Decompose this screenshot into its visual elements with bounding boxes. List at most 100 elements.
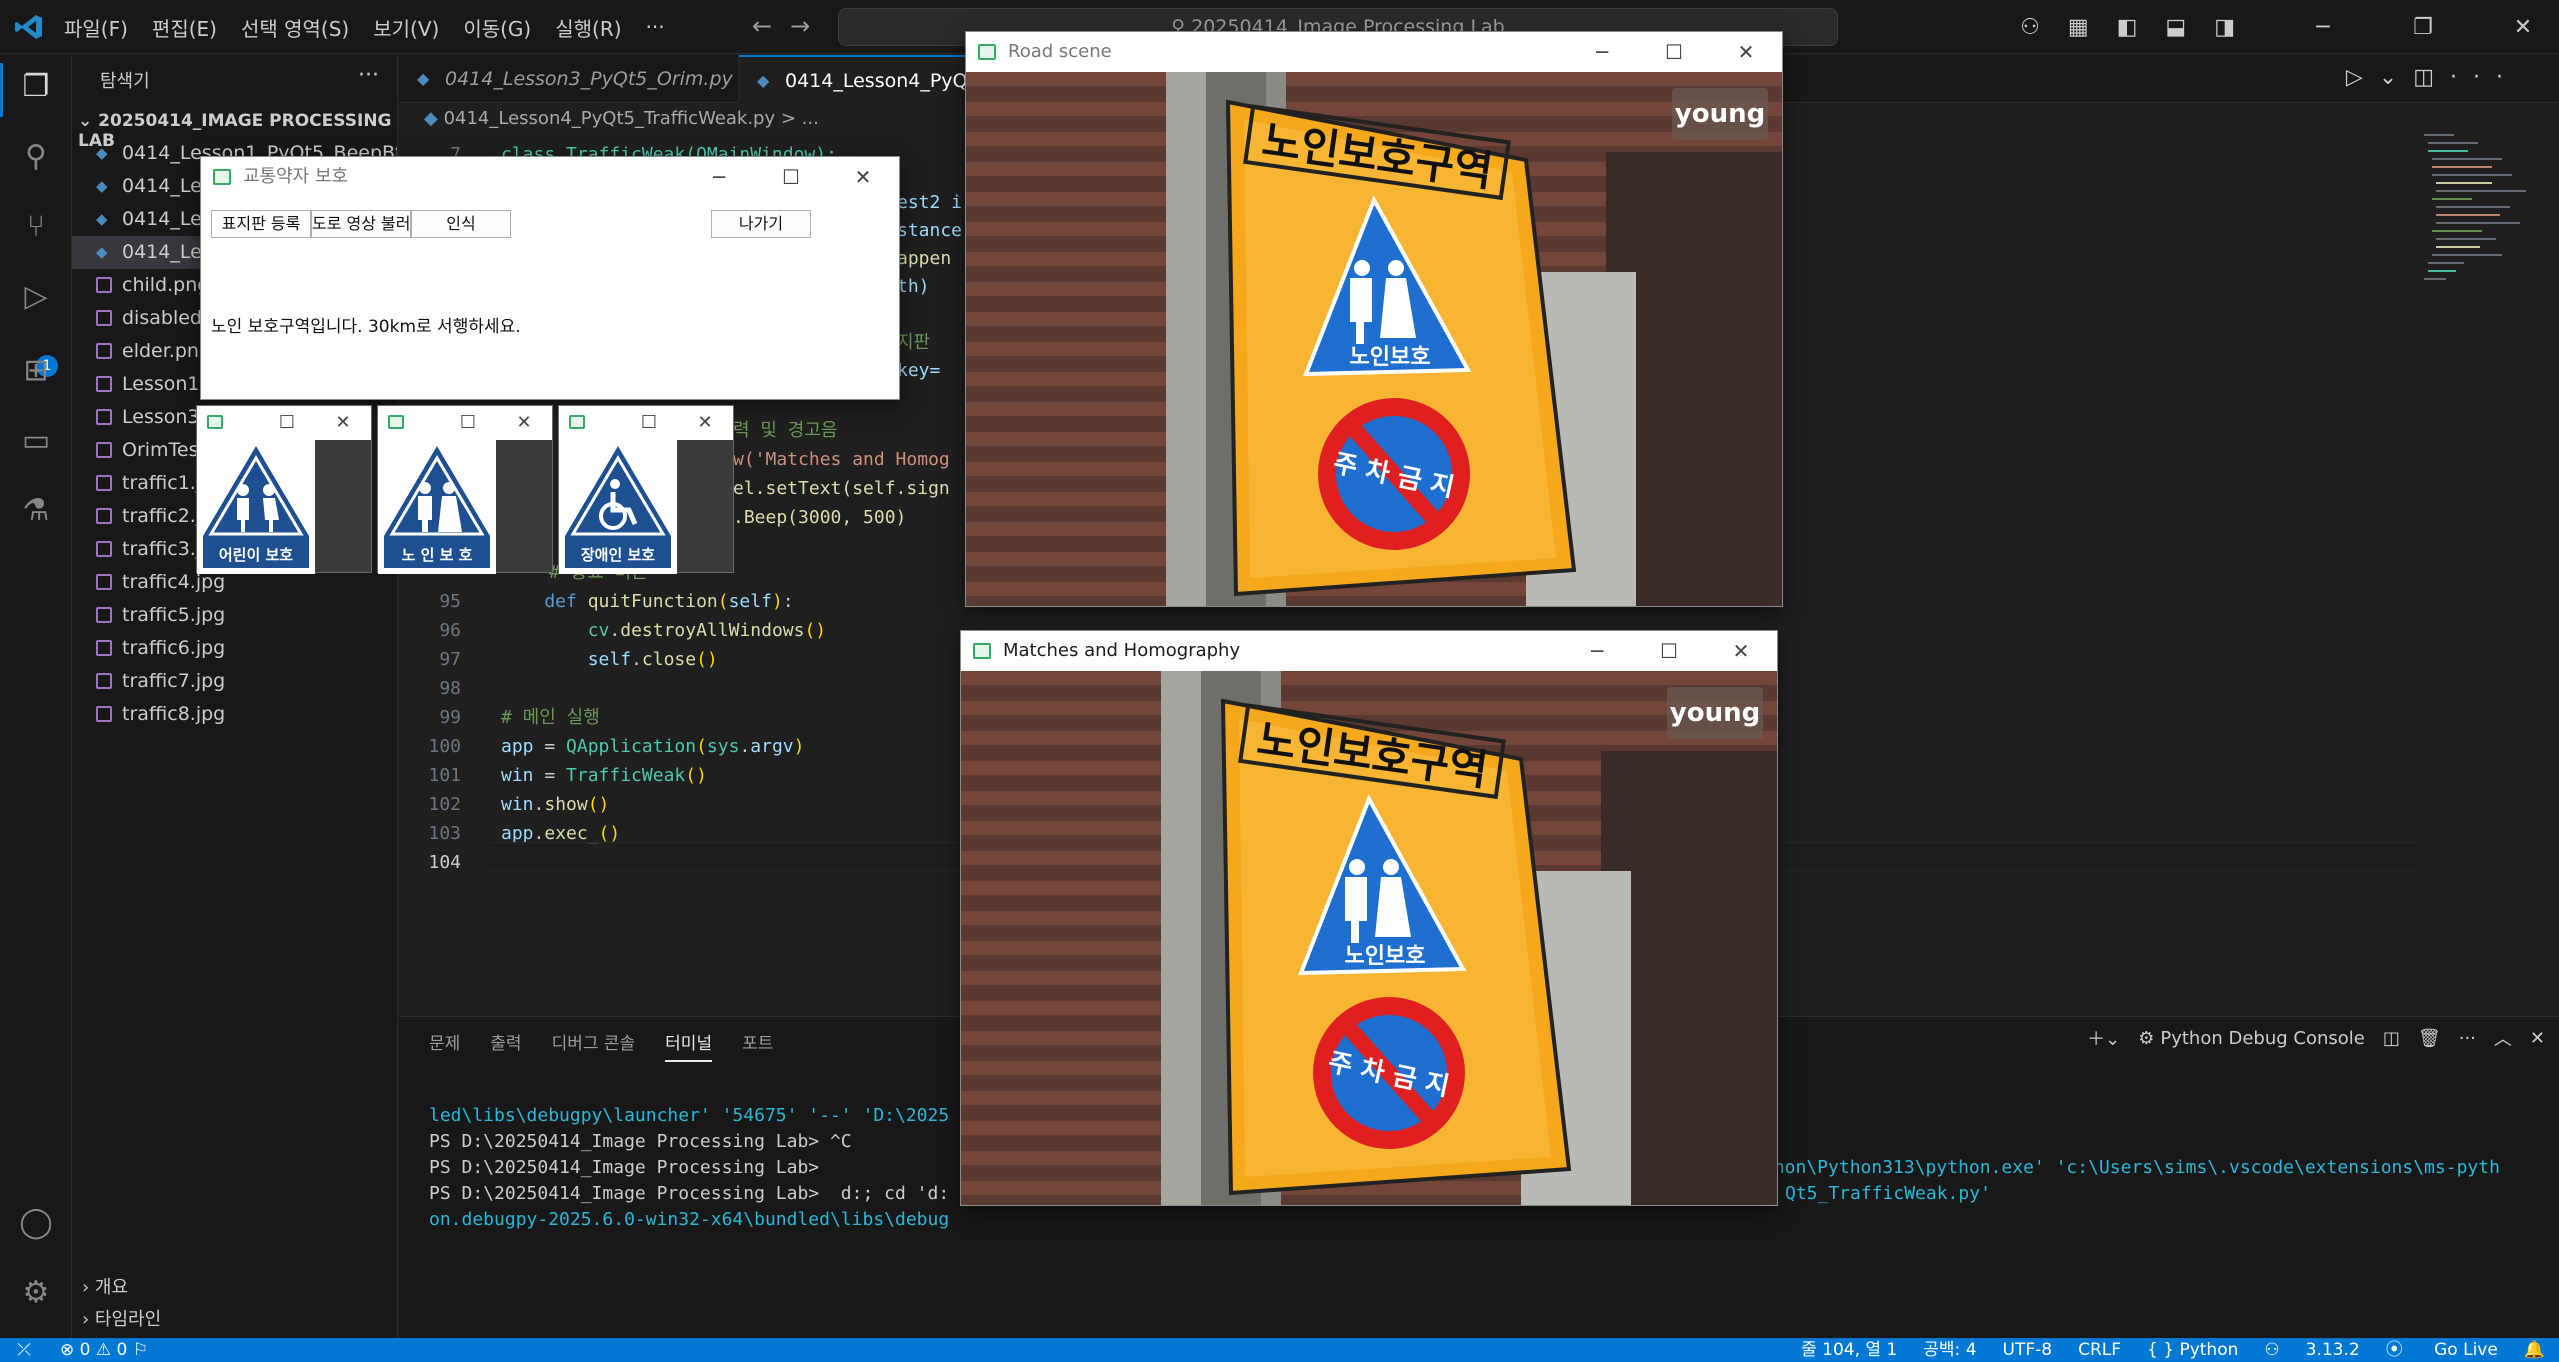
- matches-photo: 노인보호구역 노인보호 주 차 금 지 young: [961, 671, 1777, 1205]
- file-item[interactable]: traffic6.jpg: [72, 632, 397, 665]
- image-file-icon: [96, 409, 112, 425]
- more-actions-icon[interactable]: ···: [2459, 1028, 2476, 1049]
- tab-orim[interactable]: ◆ 0414_Lesson3_PyQt5_Orim.py: [399, 55, 739, 103]
- account-icon[interactable]: ◯: [18, 1205, 54, 1241]
- split-terminal-icon[interactable]: ◫: [2383, 1028, 2400, 1049]
- maximize-icon[interactable]: ☐: [1633, 631, 1705, 671]
- breadcrumb[interactable]: ◆ 0414_Lesson4_PyQt5_TrafficWeak.py > ..…: [424, 108, 819, 129]
- toggle-panel-icon[interactable]: ⬓: [2165, 15, 2186, 40]
- explorer-icon[interactable]: ❐: [18, 69, 54, 105]
- problems-status[interactable]: ⊗ 0 ⚠ 0 ⚐: [60, 1338, 148, 1362]
- menu-go[interactable]: 이동(G): [463, 13, 531, 42]
- manage-gear-icon[interactable]: ⚙: [18, 1275, 54, 1311]
- extensions-icon[interactable]: ⊞: [18, 353, 54, 389]
- image-file-icon: [96, 706, 112, 722]
- image-file-icon: [96, 574, 112, 590]
- search-icon[interactable]: ⚲: [18, 139, 54, 175]
- close-icon[interactable]: ✕: [677, 406, 733, 440]
- quit-button[interactable]: 나가기: [711, 210, 811, 238]
- recognize-button[interactable]: 인식: [411, 210, 511, 238]
- matches-window-title: Matches and Homography: [1003, 640, 1241, 661]
- sign-window-titlebar: ☐ ✕: [559, 406, 733, 440]
- split-editor-icon[interactable]: ◫: [2413, 65, 2450, 90]
- maximize-icon[interactable]: ☐: [259, 406, 315, 440]
- image-file-icon: [96, 310, 112, 326]
- indentation[interactable]: 공백: 4: [1923, 1338, 1976, 1362]
- terminal-output[interactable]: led\libs\debugpy\launcher' '54675' '--' …: [429, 1077, 949, 1233]
- close-icon[interactable]: ✕: [496, 406, 552, 440]
- close-icon[interactable]: ✕: [2487, 15, 2559, 40]
- trash-icon[interactable]: 🗑: [2418, 1028, 2441, 1049]
- run-debug-icon[interactable]: ▷: [18, 279, 54, 315]
- window-controls: ─ ☐ ✕: [1566, 32, 1782, 72]
- remote-indicator-icon[interactable]: ⤫: [0, 1338, 48, 1362]
- copilot-icon[interactable]: ⚇: [2020, 15, 2040, 40]
- menu-edit[interactable]: 편집(E): [152, 13, 217, 42]
- source-control-icon[interactable]: ⑂: [18, 209, 54, 245]
- go-live[interactable]: ⦿ Go Live: [2386, 1338, 2498, 1362]
- toggle-sidebar-icon[interactable]: ◧: [2117, 15, 2138, 40]
- more-actions-icon[interactable]: ···: [2450, 65, 2519, 90]
- notifications-icon[interactable]: 🔔: [2524, 1338, 2545, 1362]
- outline-section[interactable]: › 개요: [82, 1273, 128, 1299]
- file-label: 0414_Les: [122, 241, 212, 263]
- timeline-section[interactable]: › 타임라인: [82, 1305, 161, 1331]
- maximize-icon[interactable]: ☐: [755, 157, 827, 197]
- remote-explorer-icon[interactable]: ▭: [18, 423, 54, 459]
- layout-customize-icon[interactable]: ▦: [2068, 15, 2089, 40]
- toggle-secondary-sidebar-icon[interactable]: ◨: [2214, 15, 2235, 40]
- run-icon[interactable]: ▷⌄: [2346, 65, 2413, 90]
- code-line: 95 def quitFunction(self):: [439, 591, 794, 612]
- tab-debug-console[interactable]: 디버그 콘솔: [552, 1029, 636, 1062]
- register-sign-button[interactable]: 표지판 등록: [211, 210, 311, 238]
- terminal-name[interactable]: Python Debug Console: [2160, 1028, 2365, 1049]
- end-of-line[interactable]: CRLF: [2078, 1338, 2121, 1362]
- menu-file[interactable]: 파일(F): [64, 13, 128, 42]
- menu-selection[interactable]: 선택 영역(S): [241, 13, 349, 42]
- testing-icon[interactable]: ⚗: [18, 493, 54, 529]
- maximize-icon[interactable]: ☐: [440, 406, 496, 440]
- file-item[interactable]: traffic7.jpg: [72, 665, 397, 698]
- restore-icon[interactable]: ❐: [2387, 15, 2459, 40]
- file-item[interactable]: traffic5.jpg: [72, 599, 397, 632]
- window-controls: ─ ☐ ✕: [1561, 631, 1777, 671]
- maximize-panel-icon[interactable]: ︿: [2494, 1025, 2512, 1051]
- minimize-icon[interactable]: ─: [1566, 32, 1638, 72]
- close-panel-icon[interactable]: ✕: [2530, 1028, 2545, 1049]
- back-arrow-icon[interactable]: ←: [752, 12, 790, 40]
- minimize-icon[interactable]: ─: [2287, 15, 2359, 40]
- tab-ports[interactable]: 포트: [742, 1029, 773, 1062]
- tab-output[interactable]: 출력: [490, 1029, 521, 1062]
- close-icon[interactable]: ✕: [1705, 631, 1777, 671]
- language-mode[interactable]: { } Python: [2147, 1338, 2238, 1362]
- menu-more[interactable]: ···: [646, 15, 665, 39]
- close-icon[interactable]: ✕: [315, 406, 371, 440]
- python-env-icon[interactable]: ⚇: [2264, 1338, 2279, 1362]
- maximize-icon[interactable]: ☐: [621, 406, 677, 440]
- tab-problems[interactable]: 문제: [429, 1029, 460, 1062]
- menu-run[interactable]: 실행(R): [555, 13, 621, 42]
- new-terminal-icon[interactable]: ＋⌄: [2087, 1025, 2120, 1051]
- file-label: disabled.: [122, 307, 209, 329]
- minimize-icon[interactable]: ─: [683, 157, 755, 197]
- code-line: 97 self.close(): [439, 649, 718, 670]
- python-file-icon: ◆: [424, 108, 444, 129]
- close-icon[interactable]: ✕: [827, 157, 899, 197]
- file-label: traffic4.jpg: [122, 571, 226, 593]
- more-actions-icon[interactable]: ···: [358, 63, 379, 88]
- load-road-video-button[interactable]: 도로 영상 불러오기: [311, 210, 411, 238]
- file-item[interactable]: traffic8.jpg: [72, 698, 397, 731]
- encoding[interactable]: UTF-8: [2003, 1338, 2053, 1362]
- image-file-icon: [96, 376, 112, 392]
- python-version[interactable]: 3.13.2: [2306, 1338, 2360, 1362]
- forward-arrow-icon[interactable]: →: [790, 12, 828, 40]
- close-icon[interactable]: ✕: [1710, 32, 1782, 72]
- status-message: 노인 보호구역입니다. 30km로 서행하세요.: [211, 317, 521, 337]
- tab-trafficweak[interactable]: ◆ 0414_Lesson4_PyQt5: [739, 55, 999, 103]
- cursor-position[interactable]: 줄 104, 열 1: [1801, 1338, 1897, 1362]
- tab-terminal[interactable]: 터미널: [665, 1029, 713, 1062]
- maximize-icon[interactable]: ☐: [1638, 32, 1710, 72]
- menu-view[interactable]: 보기(V): [373, 13, 439, 42]
- minimize-icon[interactable]: ─: [1561, 631, 1633, 671]
- minimap[interactable]: [2420, 128, 2540, 348]
